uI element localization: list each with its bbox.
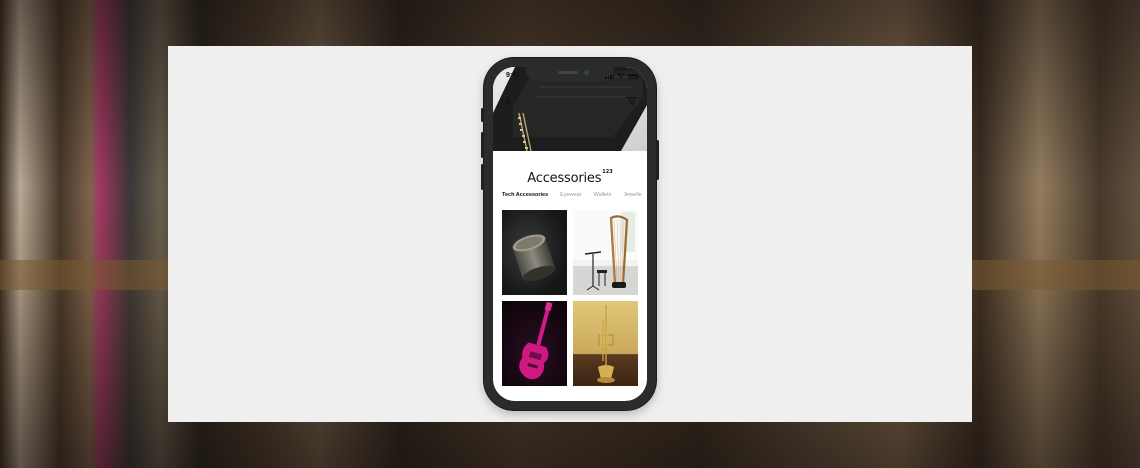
volume-down-button	[481, 164, 484, 190]
tab-jewellery[interactable]: Jewelle	[623, 192, 641, 202]
product-image	[573, 301, 638, 386]
product-tile-guitar[interactable]	[502, 301, 567, 386]
page-title: Accessories	[527, 171, 602, 186]
page-header: Accessories123	[493, 167, 647, 186]
product-tile-trumpet[interactable]	[573, 301, 638, 386]
back-button[interactable]	[501, 94, 515, 108]
product-image	[573, 210, 638, 295]
tab-wallets[interactable]: Wallets	[594, 192, 612, 202]
mute-switch	[481, 108, 484, 122]
wifi-icon	[617, 73, 625, 79]
phone-mockup: 9:41 Accessories123 Tech Accessories Eye…	[481, 58, 659, 410]
product-image	[502, 210, 567, 295]
phone-screen: 9:41 Accessories123 Tech Accessories Eye…	[493, 67, 647, 401]
category-tabs: Tech Accessories Eyewear Wallets Jewelle	[502, 192, 647, 202]
chevron-left-icon	[505, 97, 510, 105]
status-icons	[605, 73, 639, 79]
signal-icon	[605, 73, 614, 79]
item-count-badge: 123	[602, 169, 613, 175]
volume-up-button	[481, 132, 484, 158]
tab-eyewear[interactable]: Eyewear	[560, 192, 581, 202]
product-tile-tin[interactable]	[502, 210, 567, 295]
status-time: 9:41	[506, 72, 521, 79]
status-bar: 9:41	[493, 72, 647, 82]
filter-button[interactable]	[625, 94, 639, 108]
power-button	[656, 140, 659, 180]
battery-icon	[628, 73, 639, 79]
product-image	[502, 301, 567, 386]
product-tile-harp[interactable]	[573, 210, 638, 295]
tab-tech-accessories[interactable]: Tech Accessories	[502, 192, 548, 202]
filter-funnel-icon	[627, 97, 637, 106]
